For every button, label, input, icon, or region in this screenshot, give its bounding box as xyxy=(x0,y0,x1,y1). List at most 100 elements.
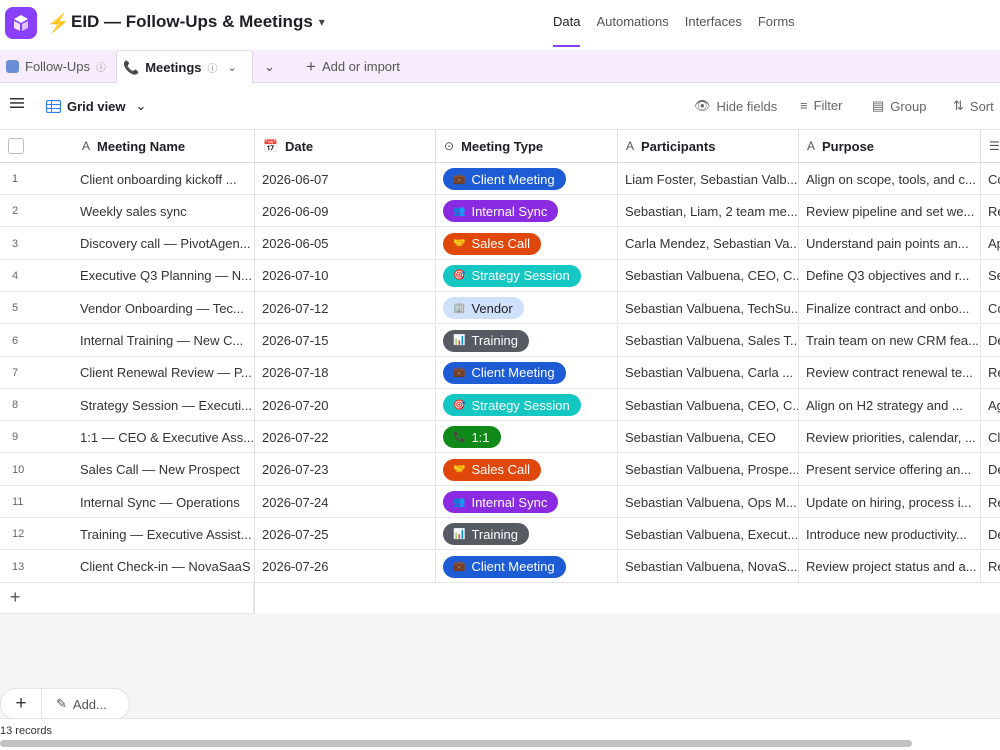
add-record-button[interactable]: + xyxy=(0,582,254,614)
notes-cell[interactable]: Co xyxy=(981,292,1000,324)
purpose-cell[interactable]: Define Q3 objectives and r... xyxy=(799,259,981,292)
table-row[interactable]: 6 Internal Training — New C... 2026-07-15 📊… xyxy=(0,324,1000,357)
meeting-type-cell[interactable]: 🎯 Strategy Session xyxy=(436,259,618,292)
table-tab-meetings[interactable]: 📞 Meetings ⓘ ⌄ xyxy=(116,50,253,84)
tab-data[interactable]: Data xyxy=(553,14,581,47)
participants-cell[interactable]: Sebastian Valbuena, Ops M... xyxy=(618,486,799,518)
meeting-name-cell[interactable]: Executive Q3 Planning — N... xyxy=(70,259,255,292)
meeting-type-cell[interactable]: 💼 Client Meeting xyxy=(436,163,618,195)
meeting-type-cell[interactable]: 👥 Internal Sync xyxy=(436,486,618,518)
date-cell[interactable]: 2026-07-20 xyxy=(255,389,436,422)
app-logo-icon[interactable] xyxy=(5,7,37,39)
notes-cell[interactable]: Ap xyxy=(981,228,1000,260)
sort-button[interactable]: ⇅ Sort xyxy=(953,98,994,114)
meeting-name-cell[interactable]: Internal Sync — Operations xyxy=(70,486,255,518)
purpose-cell[interactable]: Present service offering an... xyxy=(799,453,981,486)
purpose-cell[interactable]: Understand pain points an... xyxy=(799,227,981,260)
meeting-name-cell[interactable]: 1:1 — CEO & Executive Ass... xyxy=(70,421,255,454)
tab-automations[interactable]: Automations xyxy=(596,14,668,29)
notes-cell[interactable]: Se xyxy=(981,260,1000,292)
notes-cell[interactable]: Cla xyxy=(981,421,1000,453)
table-row[interactable]: 9 1:1 — CEO & Executive Ass... 2026-07-22 📞… xyxy=(0,421,1000,454)
purpose-cell[interactable]: Align on H2 strategy and ... xyxy=(799,389,981,422)
chevron-down-icon[interactable]: ⌄ xyxy=(228,61,237,74)
participants-cell[interactable]: Sebastian Valbuena, NovaS... xyxy=(618,550,799,583)
date-cell[interactable]: 2026-07-15 xyxy=(255,324,436,357)
meeting-type-cell[interactable]: 🏢 Vendor xyxy=(436,292,618,325)
table-row[interactable]: 12 Training — Executive Assist... 2026-07-… xyxy=(0,518,1000,551)
table-tab-follow-ups[interactable]: Follow-Ups ⓘ xyxy=(0,50,112,83)
base-title[interactable]: EID — Follow-Ups & Meetings ▾ xyxy=(71,12,325,32)
add-record-plus-button[interactable]: + xyxy=(1,693,41,715)
notes-cell[interactable]: De xyxy=(981,454,1000,486)
column-header-meeting-name[interactable]: A Meeting Name xyxy=(70,130,255,163)
meeting-type-cell[interactable]: 👥 Internal Sync xyxy=(436,195,618,228)
purpose-cell[interactable]: Train team on new CRM fea... xyxy=(799,324,981,357)
column-header-notes[interactable]: ☰ xyxy=(981,130,1000,163)
meeting-name-cell[interactable]: Client Renewal Review — P... xyxy=(70,356,255,389)
add-with-ai-button[interactable]: ✎ Add... xyxy=(42,696,107,712)
hide-fields-button[interactable]: 👁 Hide fields xyxy=(694,98,777,114)
purpose-cell[interactable]: Finalize contract and onbo... xyxy=(799,292,981,325)
participants-cell[interactable]: Liam Foster, Sebastian Valb... xyxy=(618,163,799,195)
participants-cell[interactable]: Sebastian, Liam, 2 team me... xyxy=(618,195,799,228)
purpose-cell[interactable]: Review project status and a... xyxy=(799,550,981,583)
participants-cell[interactable]: Sebastian Valbuena, CEO xyxy=(618,421,799,454)
table-row[interactable]: 2 Weekly sales sync 2026-06-09 👥 Internal Sy… xyxy=(0,195,1000,228)
notes-cell[interactable]: De xyxy=(981,325,1000,357)
select-all-checkbox[interactable] xyxy=(8,138,24,154)
date-cell[interactable]: 2026-06-09 xyxy=(255,195,436,228)
purpose-cell[interactable]: Introduce new productivity... xyxy=(799,518,981,551)
date-cell[interactable]: 2026-07-22 xyxy=(255,421,436,454)
meeting-name-cell[interactable]: Client onboarding kickoff ... xyxy=(70,163,255,195)
participants-cell[interactable]: Sebastian Valbuena, Prospe... xyxy=(618,453,799,486)
notes-cell[interactable]: Re xyxy=(981,486,1000,518)
table-row[interactable]: 10 Sales Call — New Prospect 2026-07-23 🤝 Sa… xyxy=(0,453,1000,486)
meeting-name-cell[interactable]: Client Check-in — NovaSaaS xyxy=(70,550,255,583)
add-or-import-button[interactable]: + Add or import xyxy=(300,50,406,83)
column-header-participants[interactable]: A Participants xyxy=(618,130,799,163)
purpose-cell[interactable]: Review priorities, calendar, ... xyxy=(799,421,981,454)
group-button[interactable]: ▤ Group xyxy=(872,98,926,114)
notes-cell[interactable]: Re xyxy=(981,551,1000,583)
notes-cell[interactable]: Co xyxy=(981,163,1000,195)
participants-cell[interactable]: Sebastian Valbuena, Execut... xyxy=(618,518,799,551)
filter-button[interactable]: ≡ Filter xyxy=(800,98,842,113)
table-row[interactable]: 5 Vendor Onboarding — Tec... 2026-07-12 🏢 Ve… xyxy=(0,292,1000,325)
table-row[interactable]: 4 Executive Q3 Planning — N... 2026-07-10 🎯… xyxy=(0,259,1000,292)
participants-cell[interactable]: Sebastian Valbuena, TechSu... xyxy=(618,292,799,325)
meeting-type-cell[interactable]: 📊 Training xyxy=(436,324,618,357)
notes-cell[interactable]: Ag xyxy=(981,389,1000,421)
table-row[interactable]: 11 Internal Sync — Operations 2026-07-24 👥 I… xyxy=(0,486,1000,518)
purpose-cell[interactable]: Update on hiring, process i... xyxy=(799,486,981,518)
date-cell[interactable]: 2026-07-12 xyxy=(255,292,436,325)
table-row[interactable]: 8 Strategy Session — Executi... 2026-07-20… xyxy=(0,389,1000,422)
meeting-name-cell[interactable]: Weekly sales sync xyxy=(70,195,255,228)
participants-cell[interactable]: Sebastian Valbuena, CEO, C... xyxy=(618,259,799,292)
column-header-purpose[interactable]: A Purpose xyxy=(799,130,981,163)
meeting-type-cell[interactable]: 💼 Client Meeting xyxy=(436,356,618,389)
meeting-type-cell[interactable]: 🎯 Strategy Session xyxy=(436,389,618,422)
purpose-cell[interactable]: Review pipeline and set we... xyxy=(799,195,981,228)
meeting-type-cell[interactable]: 🤝 Sales Call xyxy=(436,453,618,486)
menu-icon[interactable] xyxy=(10,97,24,109)
meeting-type-cell[interactable]: 📞 1:1 xyxy=(436,421,618,454)
table-row[interactable]: 13 Client Check-in — NovaSaaS 2026-07-26 💼 C… xyxy=(0,550,1000,583)
column-header-meeting-type[interactable]: ⊙ Meeting Type xyxy=(436,130,618,163)
meeting-name-cell[interactable]: Internal Training — New C... xyxy=(70,324,255,357)
purpose-cell[interactable]: Align on scope, tools, and c... xyxy=(799,163,981,195)
horizontal-scrollbar[interactable] xyxy=(0,740,912,747)
participants-cell[interactable]: Sebastian Valbuena, CEO, C... xyxy=(618,389,799,422)
tab-interfaces[interactable]: Interfaces xyxy=(685,14,742,29)
meeting-name-cell[interactable]: Discovery call — PivotAgen... xyxy=(70,227,255,260)
meeting-type-cell[interactable]: 🤝 Sales Call xyxy=(436,227,618,260)
date-cell[interactable]: 2026-07-10 xyxy=(255,259,436,292)
participants-cell[interactable]: Carla Mendez, Sebastian Va... xyxy=(618,227,799,260)
table-row[interactable]: 1 Client onboarding kickoff ... 2026-06-07… xyxy=(0,163,1000,195)
tab-forms[interactable]: Forms xyxy=(758,14,795,29)
meeting-name-cell[interactable]: Sales Call — New Prospect xyxy=(70,453,255,486)
date-cell[interactable]: 2026-06-07 xyxy=(255,163,436,195)
all-tables-dropdown[interactable]: ⌄ xyxy=(258,50,281,83)
participants-cell[interactable]: Sebastian Valbuena, Sales T... xyxy=(618,324,799,357)
notes-cell[interactable]: Re xyxy=(981,357,1000,389)
